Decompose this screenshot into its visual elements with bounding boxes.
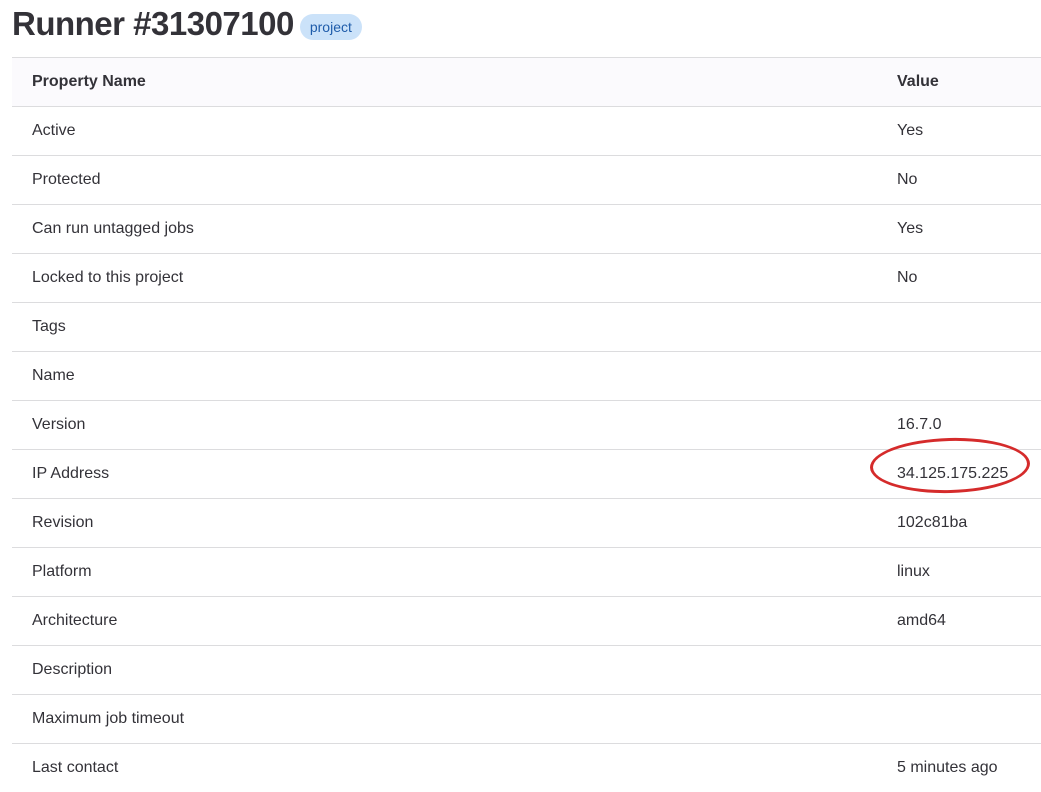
property-value: 5 minutes ago bbox=[897, 744, 1041, 792]
property-name: Protected bbox=[12, 156, 897, 205]
page-header: Runner #31307100 project bbox=[12, 0, 362, 48]
property-name: Platform bbox=[12, 548, 897, 597]
property-name: Locked to this project bbox=[12, 254, 897, 303]
table-row: Maximum job timeout bbox=[12, 695, 1041, 744]
property-name: Tags bbox=[12, 303, 897, 352]
property-value: linux bbox=[897, 548, 1041, 597]
property-name: Maximum job timeout bbox=[12, 695, 897, 744]
table-row: Architecture amd64 bbox=[12, 597, 1041, 646]
property-name: Revision bbox=[12, 499, 897, 548]
property-value: 16.7.0 bbox=[897, 401, 1041, 450]
table-row: Active Yes bbox=[12, 107, 1041, 156]
property-value bbox=[897, 352, 1041, 401]
property-value bbox=[897, 646, 1041, 695]
table-row: Platform linux bbox=[12, 548, 1041, 597]
table-row: Protected No bbox=[12, 156, 1041, 205]
ip-address-value: 34.125.175.225 bbox=[897, 450, 1041, 499]
column-header-value: Value bbox=[897, 58, 1041, 107]
table-header-row: Property Name Value bbox=[12, 58, 1041, 107]
runner-type-badge: project bbox=[300, 14, 362, 40]
page-title: Runner #31307100 bbox=[12, 2, 294, 46]
property-value: 102c81ba bbox=[897, 499, 1041, 548]
property-value bbox=[897, 303, 1041, 352]
property-name: Description bbox=[12, 646, 897, 695]
table-row: Name bbox=[12, 352, 1041, 401]
property-name: Name bbox=[12, 352, 897, 401]
table-row: Description bbox=[12, 646, 1041, 695]
table-row: Revision 102c81ba bbox=[12, 499, 1041, 548]
property-name: Last contact bbox=[12, 744, 897, 792]
property-value: No bbox=[897, 156, 1041, 205]
table-row: IP Address 34.125.175.225 bbox=[12, 450, 1041, 499]
property-value: amd64 bbox=[897, 597, 1041, 646]
table-row: Last contact 5 minutes ago bbox=[12, 744, 1041, 792]
property-name: Can run untagged jobs bbox=[12, 205, 897, 254]
column-header-property-name: Property Name bbox=[12, 58, 897, 107]
property-name: Architecture bbox=[12, 597, 897, 646]
property-value: No bbox=[897, 254, 1041, 303]
property-value: Yes bbox=[897, 205, 1041, 254]
property-name: Active bbox=[12, 107, 897, 156]
table-row: Tags bbox=[12, 303, 1041, 352]
runner-properties-table: Property Name Value Active Yes Protected… bbox=[12, 57, 1041, 792]
property-value: Yes bbox=[897, 107, 1041, 156]
table-row: Can run untagged jobs Yes bbox=[12, 205, 1041, 254]
table-row: Locked to this project No bbox=[12, 254, 1041, 303]
property-name: IP Address bbox=[12, 450, 897, 499]
property-name: Version bbox=[12, 401, 897, 450]
table-row: Version 16.7.0 bbox=[12, 401, 1041, 450]
property-value bbox=[897, 695, 1041, 744]
